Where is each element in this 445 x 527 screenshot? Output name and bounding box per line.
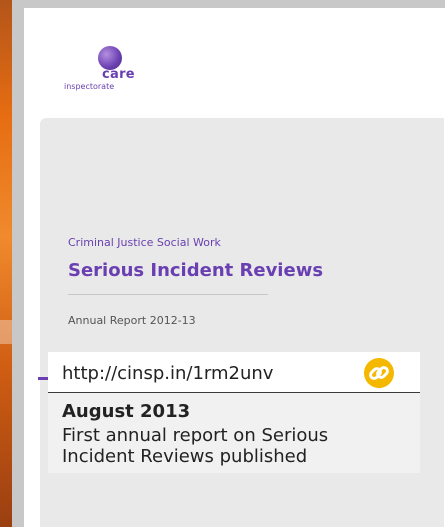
description-box: August 2013 First annual report on Serio…	[48, 393, 420, 473]
side-image-strip	[0, 0, 12, 527]
cover-title: Serious Incident Reviews	[68, 260, 324, 281]
info-card: http://cinsp.in/1rm2unv August 2013 Firs…	[48, 352, 420, 473]
link-icon[interactable]	[364, 358, 394, 388]
side-image-band	[0, 320, 12, 344]
event-date: August 2013	[62, 401, 191, 422]
cover-report-label: Annual Report 2012-13	[68, 314, 196, 327]
care-inspectorate-logo: care inspectorate	[62, 46, 142, 106]
short-url-link[interactable]: http://cinsp.in/1rm2unv	[62, 363, 273, 384]
cover-subtitle: Criminal Justice Social Work	[68, 236, 221, 249]
event-description: First annual report on Serious Incident …	[62, 425, 329, 467]
logo-care-text: care	[102, 67, 135, 82]
cover-divider	[68, 294, 268, 295]
url-row[interactable]: http://cinsp.in/1rm2unv	[48, 352, 420, 393]
logo-inspectorate-text: inspectorate	[64, 82, 115, 91]
